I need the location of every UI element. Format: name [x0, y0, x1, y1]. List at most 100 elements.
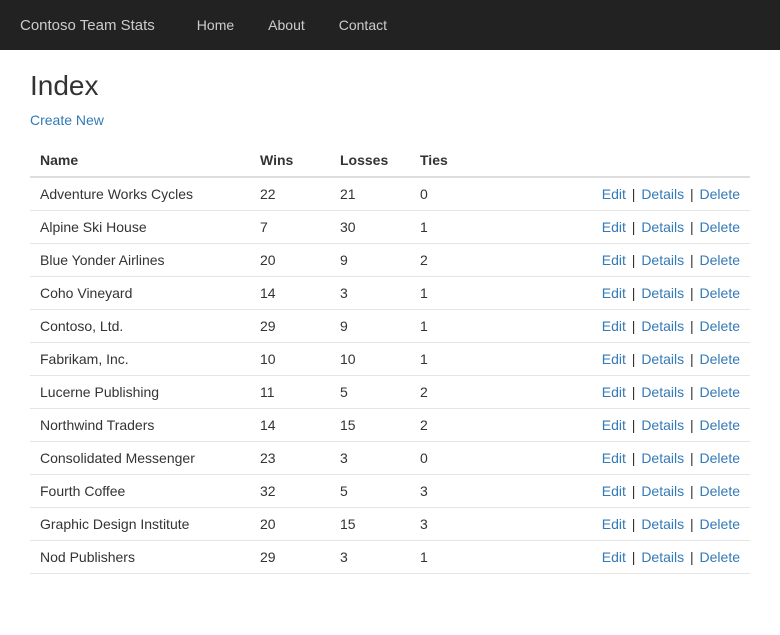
cell-actions: Edit | Details | Delete [490, 244, 750, 277]
action-edit-link[interactable]: Edit [602, 186, 626, 202]
action-separator: | [628, 186, 639, 202]
action-edit-link[interactable]: Edit [602, 384, 626, 400]
action-details-link[interactable]: Details [641, 351, 684, 367]
action-delete-link[interactable]: Delete [700, 483, 740, 499]
cell-losses: 21 [330, 177, 410, 211]
action-delete-link[interactable]: Delete [700, 384, 740, 400]
table-row: Graphic Design Institute20153Edit | Deta… [30, 508, 750, 541]
action-delete-link[interactable]: Delete [700, 186, 740, 202]
action-details-link[interactable]: Details [641, 318, 684, 334]
action-delete-link[interactable]: Delete [700, 219, 740, 235]
cell-name: Nod Publishers [30, 541, 250, 574]
cell-ties: 0 [410, 442, 490, 475]
action-delete-link[interactable]: Delete [700, 318, 740, 334]
cell-ties: 0 [410, 177, 490, 211]
nav-link-contact[interactable]: Contact [327, 11, 399, 39]
action-separator: | [686, 351, 697, 367]
action-edit-link[interactable]: Edit [602, 219, 626, 235]
cell-actions: Edit | Details | Delete [490, 409, 750, 442]
table-body: Adventure Works Cycles22210Edit | Detail… [30, 177, 750, 574]
cell-losses: 5 [330, 475, 410, 508]
cell-wins: 20 [250, 508, 330, 541]
action-details-link[interactable]: Details [641, 549, 684, 565]
table-row: Consolidated Messenger2330Edit | Details… [30, 442, 750, 475]
navbar: Contoso Team Stats Home About Contact [0, 0, 780, 50]
action-delete-link[interactable]: Delete [700, 252, 740, 268]
cell-actions: Edit | Details | Delete [490, 343, 750, 376]
cell-wins: 23 [250, 442, 330, 475]
action-details-link[interactable]: Details [641, 384, 684, 400]
action-delete-link[interactable]: Delete [700, 549, 740, 565]
action-edit-link[interactable]: Edit [602, 450, 626, 466]
action-separator: | [686, 516, 697, 532]
cell-actions: Edit | Details | Delete [490, 442, 750, 475]
action-delete-link[interactable]: Delete [700, 516, 740, 532]
action-separator: | [686, 417, 697, 433]
table-row: Fabrikam, Inc.10101Edit | Details | Dele… [30, 343, 750, 376]
action-details-link[interactable]: Details [641, 186, 684, 202]
cell-wins: 20 [250, 244, 330, 277]
cell-actions: Edit | Details | Delete [490, 177, 750, 211]
cell-ties: 2 [410, 376, 490, 409]
cell-wins: 11 [250, 376, 330, 409]
cell-wins: 29 [250, 541, 330, 574]
action-details-link[interactable]: Details [641, 483, 684, 499]
col-header-losses: Losses [330, 144, 410, 177]
action-details-link[interactable]: Details [641, 219, 684, 235]
cell-losses: 3 [330, 277, 410, 310]
teams-table: Name Wins Losses Ties Adventure Works Cy… [30, 144, 750, 574]
col-header-wins: Wins [250, 144, 330, 177]
action-edit-link[interactable]: Edit [602, 252, 626, 268]
action-details-link[interactable]: Details [641, 450, 684, 466]
action-edit-link[interactable]: Edit [602, 516, 626, 532]
cell-wins: 22 [250, 177, 330, 211]
cell-losses: 30 [330, 211, 410, 244]
action-separator: | [628, 516, 639, 532]
cell-wins: 10 [250, 343, 330, 376]
cell-ties: 1 [410, 211, 490, 244]
table-row: Northwind Traders14152Edit | Details | D… [30, 409, 750, 442]
action-details-link[interactable]: Details [641, 516, 684, 532]
action-delete-link[interactable]: Delete [700, 450, 740, 466]
action-edit-link[interactable]: Edit [602, 318, 626, 334]
create-new-link[interactable]: Create New [30, 112, 104, 128]
action-delete-link[interactable]: Delete [700, 351, 740, 367]
action-edit-link[interactable]: Edit [602, 483, 626, 499]
page-title: Index [30, 70, 750, 102]
action-separator: | [628, 483, 639, 499]
cell-actions: Edit | Details | Delete [490, 508, 750, 541]
action-delete-link[interactable]: Delete [700, 285, 740, 301]
action-delete-link[interactable]: Delete [700, 417, 740, 433]
cell-wins: 14 [250, 277, 330, 310]
cell-name: Lucerne Publishing [30, 376, 250, 409]
action-separator: | [686, 450, 697, 466]
cell-ties: 1 [410, 541, 490, 574]
cell-actions: Edit | Details | Delete [490, 475, 750, 508]
cell-name: Fourth Coffee [30, 475, 250, 508]
nav-link-home[interactable]: Home [185, 11, 246, 39]
action-edit-link[interactable]: Edit [602, 417, 626, 433]
action-edit-link[interactable]: Edit [602, 549, 626, 565]
cell-ties: 3 [410, 508, 490, 541]
action-edit-link[interactable]: Edit [602, 285, 626, 301]
action-edit-link[interactable]: Edit [602, 351, 626, 367]
cell-name: Consolidated Messenger [30, 442, 250, 475]
action-details-link[interactable]: Details [641, 285, 684, 301]
cell-losses: 9 [330, 310, 410, 343]
cell-wins: 29 [250, 310, 330, 343]
table-row: Adventure Works Cycles22210Edit | Detail… [30, 177, 750, 211]
action-separator: | [686, 285, 697, 301]
table-row: Fourth Coffee3253Edit | Details | Delete [30, 475, 750, 508]
cell-wins: 32 [250, 475, 330, 508]
cell-ties: 1 [410, 343, 490, 376]
cell-wins: 7 [250, 211, 330, 244]
cell-name: Fabrikam, Inc. [30, 343, 250, 376]
col-header-actions [490, 144, 750, 177]
cell-actions: Edit | Details | Delete [490, 376, 750, 409]
action-separator: | [628, 351, 639, 367]
nav-link-about[interactable]: About [256, 11, 317, 39]
action-details-link[interactable]: Details [641, 417, 684, 433]
cell-ties: 1 [410, 310, 490, 343]
action-details-link[interactable]: Details [641, 252, 684, 268]
cell-losses: 9 [330, 244, 410, 277]
